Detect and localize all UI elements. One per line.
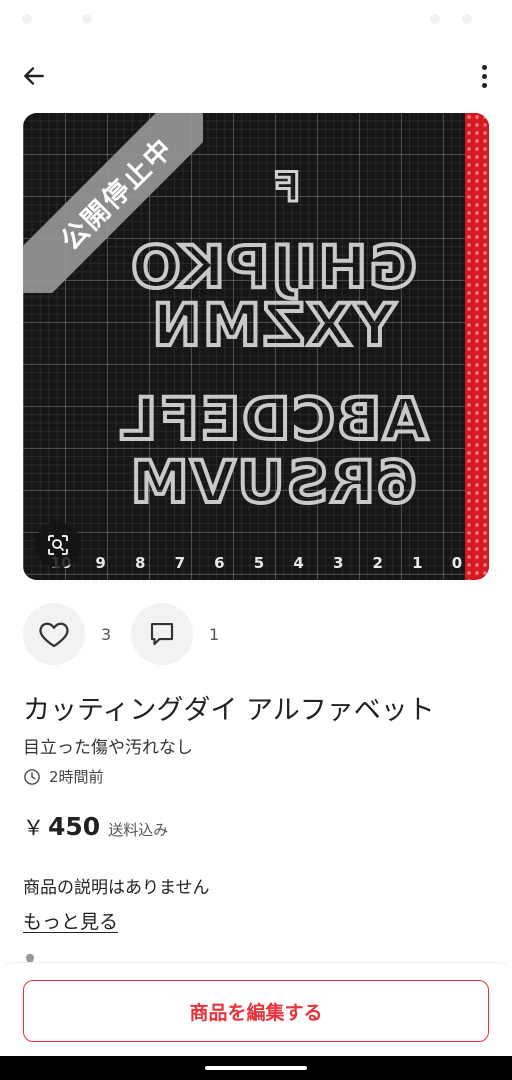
suspended-banner-label: 公開停止中 (23, 113, 203, 293)
status-icon (22, 14, 32, 24)
product-title: カッティングダイ アルファベット (23, 695, 435, 726)
arrow-left-icon (24, 67, 44, 85)
status-bar (0, 0, 512, 40)
product-photo[interactable]: F GHIJPKO YXZMN ABCDEFL 6RSUVM 10 9 8 7 … (23, 113, 489, 580)
like-group: 3 (23, 603, 111, 665)
status-icon (430, 14, 440, 24)
back-button[interactable] (16, 58, 52, 94)
like-button[interactable] (23, 603, 85, 665)
posted-time: 2時間前 (49, 768, 104, 786)
price-amount: 450 (48, 812, 101, 841)
home-gesture-handle[interactable] (205, 1066, 307, 1070)
posted-time-row: 2時間前 (23, 766, 104, 787)
shipping-label: 送料込み (108, 821, 169, 839)
bottom-action-bar: 商品を編集する (0, 962, 512, 1056)
app-bar (0, 48, 512, 100)
status-banner: 公開停止中 (23, 113, 203, 293)
zoom-scan-icon (48, 535, 68, 555)
system-navigation-bar (0, 1056, 512, 1080)
photo-die-small: F (272, 164, 302, 213)
see-more-link[interactable]: もっと見る (23, 907, 118, 934)
more-options-button[interactable] (472, 58, 496, 94)
photo-die-row: YXZMN (148, 289, 397, 361)
price-currency: ￥ (23, 816, 44, 840)
comment-icon (150, 622, 174, 646)
clock-icon (24, 768, 40, 785)
status-icon (82, 14, 92, 24)
comment-group: 1 (131, 603, 219, 665)
status-icon (462, 14, 472, 24)
mat-edge (465, 113, 489, 580)
edit-item-button[interactable]: 商品を編集する (23, 980, 489, 1042)
heart-icon (39, 622, 69, 648)
photo-die-row: 6RSUVM (127, 446, 420, 518)
comment-count: 1 (209, 624, 220, 644)
more-vertical-icon (481, 64, 487, 70)
zoom-button[interactable] (35, 522, 81, 568)
product-description: 商品の説明はありません (23, 878, 210, 898)
comment-button[interactable] (131, 603, 193, 665)
mat-ruler: 10 9 8 7 6 5 4 3 2 1 0 (51, 554, 463, 572)
product-condition: 目立った傷や汚れなし (23, 738, 193, 758)
photo-die-row: ABCDEFL (116, 383, 430, 455)
price-row: ￥ 450 送料込み (23, 812, 168, 842)
like-count: 3 (101, 624, 112, 644)
